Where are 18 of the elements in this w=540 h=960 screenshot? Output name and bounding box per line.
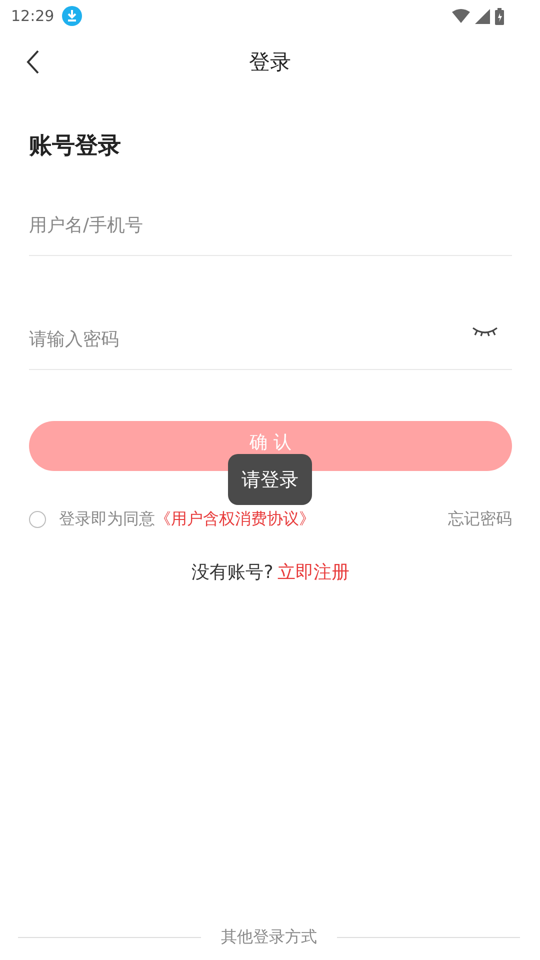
register-link[interactable]: 立即注册	[277, 560, 350, 584]
section-heading: 账号登录	[29, 132, 122, 161]
agreement-link[interactable]: 《用户含权消费协议》	[155, 509, 315, 530]
agreement-text: 登录即为同意	[59, 509, 155, 530]
password-field[interactable]: 请输入密码	[29, 328, 472, 350]
toast-message: 请登录	[228, 454, 312, 505]
wifi-icon	[452, 9, 470, 23]
signal-icon	[475, 8, 490, 24]
battery-icon	[495, 8, 504, 24]
register-prompt: 没有账号?	[192, 561, 274, 584]
username-field[interactable]: 用户名/手机号	[29, 214, 512, 236]
agreement-checkbox[interactable]	[29, 511, 46, 528]
page-title: 登录	[249, 49, 291, 76]
download-icon	[62, 6, 82, 26]
eye-closed-icon[interactable]	[472, 327, 498, 337]
status-time: 12:29	[11, 7, 54, 25]
other-login-label: 其他登录方式	[221, 927, 317, 948]
forgot-password-link[interactable]: 忘记密码	[448, 509, 512, 530]
